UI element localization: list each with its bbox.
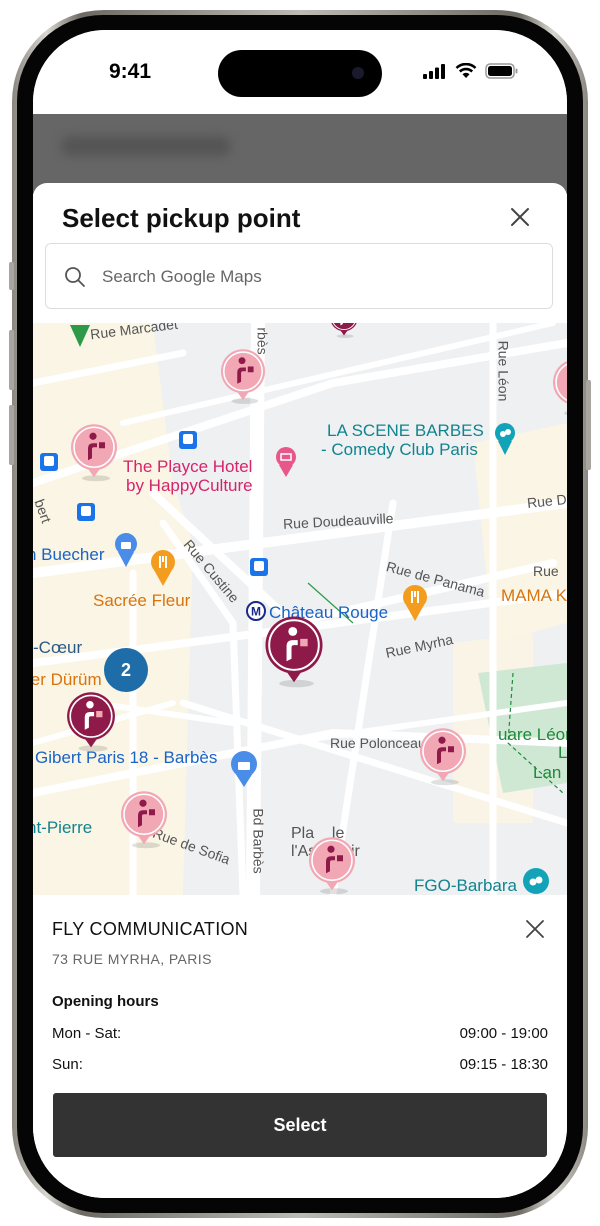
street-label-polonceau: Rue Polonceau bbox=[330, 735, 426, 751]
close-icon bbox=[526, 920, 544, 938]
sheet-close-button[interactable] bbox=[507, 204, 533, 230]
dynamic-island bbox=[218, 50, 382, 97]
hours-row: Sun: 09:15 - 18:30 bbox=[52, 1056, 548, 1073]
pickup-marker[interactable] bbox=[418, 727, 468, 790]
hours-time: 09:15 - 18:30 bbox=[459, 1056, 548, 1073]
wifi-icon bbox=[455, 63, 477, 78]
street-label-bd-barbes: Bd Barbès bbox=[250, 808, 267, 874]
volume-up-button bbox=[9, 330, 14, 390]
poi-buecher[interactable]: n Buecher bbox=[33, 545, 105, 565]
theater-pin-icon[interactable] bbox=[495, 423, 515, 455]
theater-pin-icon[interactable] bbox=[523, 868, 549, 895]
poi-mama-k[interactable]: MAMA K bbox=[501, 586, 567, 606]
poi-gibert[interactable]: Gibert Paris 18 - Barbès bbox=[35, 748, 217, 768]
hotel-pin-icon[interactable] bbox=[276, 447, 296, 477]
bus-stop-icon[interactable] bbox=[179, 431, 197, 449]
search-icon bbox=[65, 267, 85, 287]
close-icon bbox=[511, 208, 529, 226]
pickup-address: 73 RUE MYRHA, PARIS bbox=[52, 951, 212, 967]
pickup-marker[interactable] bbox=[69, 423, 119, 486]
marker-cluster[interactable]: 2 bbox=[104, 648, 148, 692]
status-bar: 9:41 bbox=[33, 30, 567, 114]
opening-hours-title: Opening hours bbox=[52, 993, 159, 1010]
select-button[interactable]: Select bbox=[53, 1093, 547, 1157]
bus-stop-icon[interactable] bbox=[40, 453, 58, 471]
pickup-marker-selected[interactable] bbox=[263, 615, 325, 693]
status-icons bbox=[423, 63, 519, 79]
poi-saint-pierre[interactable]: nt-Pierre bbox=[33, 818, 92, 838]
battery-icon bbox=[485, 63, 518, 79]
mute-switch bbox=[9, 262, 14, 290]
signal-icon bbox=[423, 63, 445, 79]
pickup-point-sheet: Select pickup point Search Google Maps R… bbox=[33, 183, 567, 1198]
power-button bbox=[586, 380, 591, 470]
poi-playce-hotel[interactable]: The Playce Hotel by HappyCulture bbox=[123, 457, 253, 495]
green-pin-icon[interactable] bbox=[68, 323, 92, 349]
poi-lan-2: Lan bbox=[533, 763, 562, 782]
shopping-pin-icon[interactable] bbox=[231, 751, 257, 787]
screen: 9:41 Select pickup point Search Google M… bbox=[33, 30, 567, 1198]
poi-sacre-coeur[interactable]: -Cœur bbox=[33, 638, 82, 658]
hours-time: 09:00 - 19:00 bbox=[459, 1025, 548, 1042]
background-page-header bbox=[33, 114, 567, 194]
pickup-marker-selected[interactable] bbox=[65, 691, 117, 756]
poi-square-leon[interactable]: uare Léon bbox=[498, 725, 567, 745]
poi-la-scene-barbes[interactable]: LA SCENE BARBES - Comedy Club Paris bbox=[321, 421, 484, 459]
search-box[interactable] bbox=[45, 243, 553, 310]
restaurant-pin-icon[interactable] bbox=[151, 550, 175, 586]
camera-icon bbox=[352, 67, 364, 79]
hours-row: Mon - Sat: 09:00 - 19:00 bbox=[52, 1025, 548, 1042]
search-input[interactable] bbox=[100, 244, 544, 310]
svg-text:M: M bbox=[251, 605, 261, 619]
details-close-button[interactable] bbox=[525, 919, 545, 939]
sheet-title: Select pickup point bbox=[62, 203, 301, 233]
restaurant-pin-icon[interactable] bbox=[403, 585, 427, 621]
blurred-page-title bbox=[61, 136, 231, 156]
pickup-marker[interactable] bbox=[119, 790, 169, 853]
pickup-marker-selected[interactable] bbox=[329, 323, 359, 341]
status-time: 9:41 bbox=[109, 60, 152, 83]
pickup-name: FLY COMMUNICATION bbox=[52, 919, 249, 939]
hours-days: Sun: bbox=[52, 1056, 83, 1073]
pickup-marker[interactable] bbox=[219, 348, 267, 408]
volume-down-button bbox=[9, 405, 14, 465]
hours-days: Mon - Sat: bbox=[52, 1025, 122, 1042]
pickup-marker[interactable] bbox=[551, 358, 567, 421]
map-view[interactable]: Rue Marcadet rbès Rue Léon Rue Doudeauvi… bbox=[33, 323, 567, 895]
poi-fgo-barbara[interactable]: FGO-Barbara bbox=[414, 876, 517, 895]
street-label-leon: Rue Léon bbox=[495, 340, 512, 402]
poi-durum[interactable]: ier Dürüm bbox=[33, 670, 102, 690]
shopping-pin-icon[interactable] bbox=[115, 533, 137, 567]
poi-sacree-fleur[interactable]: Sacrée Fleur bbox=[93, 591, 190, 611]
bus-stop-icon[interactable] bbox=[77, 503, 95, 521]
bus-stop-icon[interactable] bbox=[250, 558, 268, 576]
poi-lan-1: L bbox=[558, 743, 567, 762]
pickup-marker[interactable] bbox=[307, 836, 357, 895]
street-label-rue: Rue bbox=[533, 563, 559, 579]
